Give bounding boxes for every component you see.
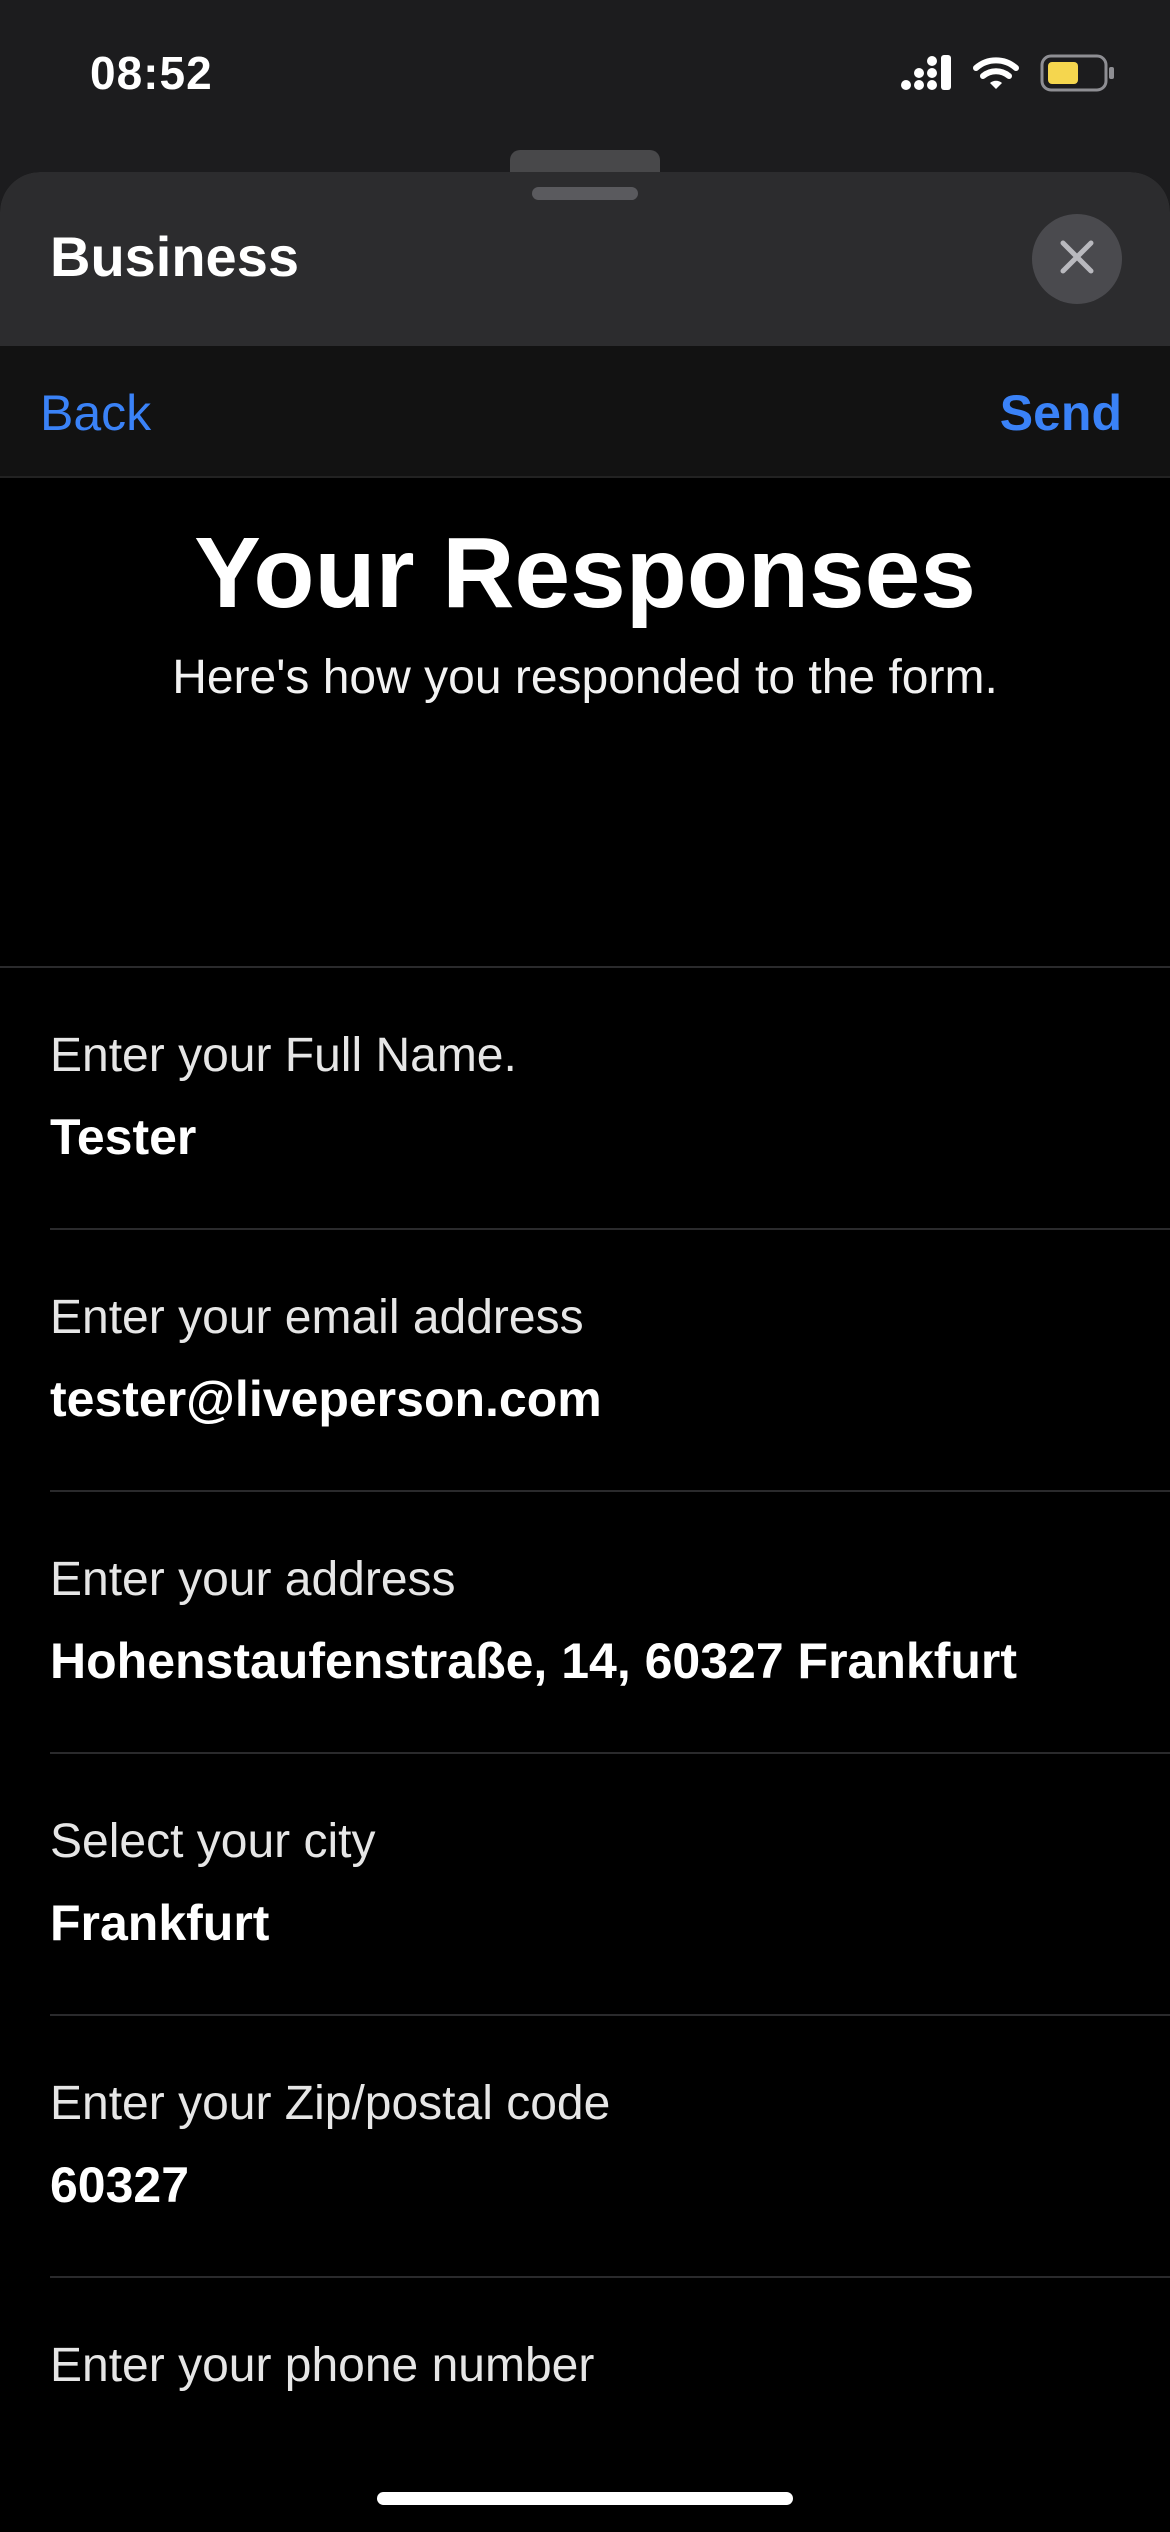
modal-sheet: Business Back Send Your Responses Here's… (0, 172, 1170, 2532)
response-value: Hohenstaufenstraße, 14, 60327 Frankfurt (50, 1633, 1017, 1689)
status-bar: 08:52 (0, 0, 1170, 150)
close-icon (1057, 237, 1097, 282)
response-label: Select your city (50, 1815, 376, 1868)
response-label: Enter your Zip/postal code (50, 2077, 611, 2130)
response-label: Enter your phone number (50, 2339, 595, 2392)
cellular-signal-icon (900, 54, 952, 96)
response-label: Enter your Full Name. (50, 1029, 517, 1082)
response-value: Frankfurt (50, 1895, 270, 1951)
response-label: Enter your address (50, 1553, 456, 1606)
close-button[interactable] (1032, 214, 1122, 304)
home-indicator[interactable] (377, 2492, 793, 2505)
page-title: Your Responses (194, 517, 976, 629)
page-subtitle: Here's how you responded to the form. (172, 651, 998, 704)
list-item: Enter your Full Name. Tester (50, 968, 1170, 1230)
response-label: Enter your email address (50, 1291, 584, 1344)
send-button[interactable]: Send (1000, 384, 1122, 442)
sheet-grabber[interactable] (532, 187, 638, 200)
status-time: 08:52 (90, 47, 213, 99)
back-button[interactable]: Back (40, 384, 151, 442)
sheet-title: Business (50, 225, 299, 288)
nav-bar: Back Send (0, 346, 1170, 478)
sheet-header: Business (0, 172, 1170, 346)
battery-icon (1040, 54, 1116, 97)
list-item: Enter your Zip/postal code 60327 (50, 2016, 1170, 2278)
wifi-icon (972, 55, 1020, 96)
list-item: Enter your address Hohenstaufenstraße, 1… (50, 1492, 1170, 1754)
response-value: Tester (50, 1109, 197, 1165)
responses-content[interactable]: Your Responses Here's how you responded … (0, 478, 1170, 2532)
response-value: tester@liveperson.com (50, 1371, 602, 1427)
scroll-edge (0, 2428, 1170, 2532)
response-value: 60327 (50, 2157, 190, 2213)
response-list: Enter your Full Name. Tester Enter your … (0, 968, 1170, 2532)
status-icons (900, 50, 1116, 100)
list-item: Select your city Frankfurt (50, 1754, 1170, 2016)
responses-hero: Your Responses Here's how you responded … (0, 478, 1170, 968)
list-item: Enter your email address tester@livepers… (50, 1230, 1170, 1492)
